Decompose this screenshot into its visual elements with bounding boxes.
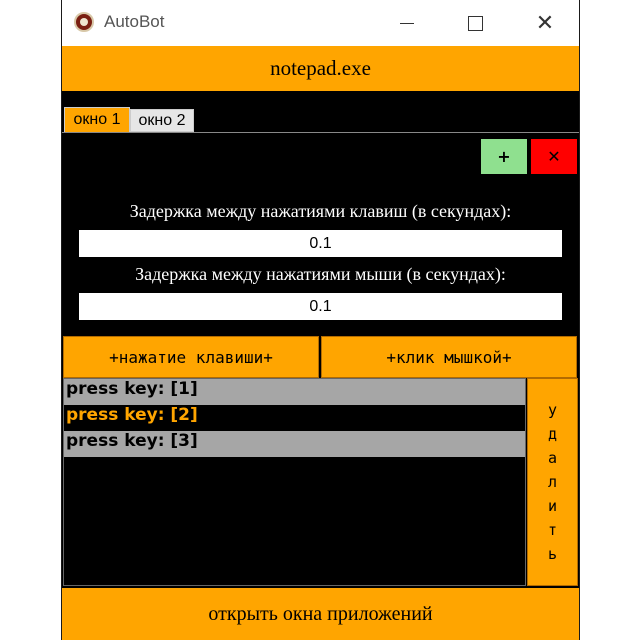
close-icon[interactable]: ✕: [522, 0, 568, 46]
autobot-window: AutoBot ✕ notepad.exe окно 1 окно 2 + ✕ …: [61, 0, 580, 640]
add-key-press-button[interactable]: +нажатие клавиши+: [63, 336, 319, 378]
minimize-icon[interactable]: [384, 0, 430, 46]
title-bar[interactable]: AutoBot ✕: [62, 0, 579, 46]
maximize-icon[interactable]: [452, 0, 498, 46]
list-item-selected[interactable]: press key: [2]: [64, 405, 525, 431]
target-app-button[interactable]: notepad.exe: [62, 46, 579, 93]
app-logo-icon: [74, 12, 94, 32]
key-delay-input[interactable]: [79, 230, 562, 257]
delete-tab-button[interactable]: ✕: [531, 139, 577, 174]
key-delay-label: Задержка между нажатиями клавиш (в секун…: [129, 201, 512, 221]
delete-action-button[interactable]: у д а л и т ь: [527, 378, 578, 586]
delete-letter: л: [547, 473, 558, 491]
delete-letter: а: [547, 449, 558, 467]
window-title: AutoBot: [104, 12, 165, 31]
delete-letter: д: [547, 425, 558, 443]
open-app-windows-button[interactable]: открыть окна приложений: [62, 588, 579, 640]
action-sequence-list[interactable]: press key: [1] press key: [2] press key:…: [63, 378, 526, 586]
tab-bar: окно 1 окно 2: [62, 93, 579, 133]
add-mouse-click-button[interactable]: +клик мышкой+: [321, 336, 577, 378]
list-item[interactable]: press key: [3]: [64, 431, 525, 457]
mouse-delay-input[interactable]: [79, 293, 562, 320]
tab-window-1[interactable]: окно 1: [64, 107, 130, 132]
delete-letter: т: [547, 521, 558, 539]
tab-window-2[interactable]: окно 2: [130, 109, 194, 132]
delete-letter: ь: [547, 545, 558, 563]
mouse-delay-label: Задержка между нажатиями мыши (в секунда…: [135, 264, 506, 284]
list-item[interactable]: press key: [1]: [64, 379, 525, 405]
delete-letter: и: [547, 497, 558, 515]
add-tab-button[interactable]: +: [481, 139, 527, 174]
delete-letter: у: [547, 401, 558, 419]
